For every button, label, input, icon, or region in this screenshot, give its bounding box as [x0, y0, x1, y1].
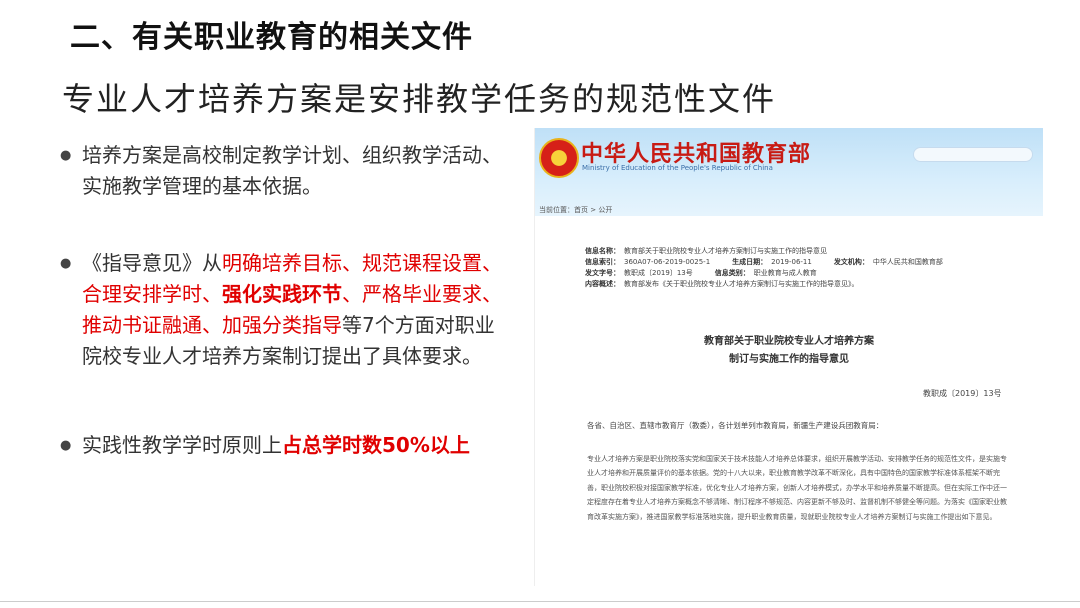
site-header: 中华人民共和国教育部 Ministry of Education of the …: [535, 128, 1043, 216]
slide-title: 二、有关职业教育的相关文件: [70, 20, 473, 55]
bullet-item-1: 培养方案是高校制定教学计划、组织教学活动、实施教学管理的基本依据。: [60, 140, 510, 202]
bullet-list: 培养方案是高校制定教学计划、组织教学活动、实施教学管理的基本依据。 《指导意见》…: [60, 138, 510, 461]
document-addressee: 各省、自治区、直辖市教育厅（教委），各计划单列市教育局，新疆生产建设兵团教育局：: [587, 421, 884, 430]
bullet-1-text: 培养方案是高校制定教学计划、组织教学活动、实施教学管理的基本依据。: [82, 143, 502, 198]
search-input[interactable]: [913, 147, 1033, 162]
document-title-line-1: 教育部关于职业院校专业人才培养方案: [704, 336, 874, 347]
meta-value-summary: 教育部发布《关于职业院校专业人才培养方案制订与实施工作的指导意见》。: [624, 280, 859, 288]
site-english-name: Ministry of Education of the People's Re…: [582, 164, 773, 172]
meta-value-index: 教育部关于职业院校专业人才培养方案制订与实施工作的指导意见: [624, 247, 827, 255]
document-meta: 信息名称： 教育部关于职业院校专业人才培养方案制订与实施工作的指导意见 信息索引：…: [585, 246, 1005, 290]
meta-key-docno: 发文字号：: [585, 269, 620, 277]
bullet-item-3: 实践性教学学时原则上占总学时数50%以上: [60, 430, 510, 461]
document-screenshot: 中华人民共和国教育部 Ministry of Education of the …: [534, 128, 1043, 586]
meta-value-date: 2019-06-11: [771, 258, 812, 266]
bullet-3-emphasis: 占总学时数50%以上: [282, 433, 470, 457]
bullet-2-text-a: 《指导意见》从: [82, 251, 222, 275]
meta-key-category: 信息类别：: [714, 269, 750, 277]
meta-key-index: 信息名称：: [585, 247, 620, 255]
meta-key-summary: 内容概述：: [585, 280, 620, 288]
document-title-line-2: 制订与实施工作的指导意见: [729, 354, 849, 365]
document-number: 教职成〔2019〕13号: [923, 389, 1002, 398]
bullet-3-text: 实践性教学学时原则上: [82, 433, 282, 457]
meta-value-no: 360A07-06-2019-0025-1: [624, 258, 711, 266]
meta-key-date: 生成日期：: [732, 258, 768, 266]
bottom-divider: [0, 601, 1080, 602]
meta-key-org: 发文机构：: [833, 258, 869, 266]
breadcrumb: 当前位置：首页 > 公开: [539, 206, 613, 214]
meta-key-no: 信息索引：: [585, 258, 620, 266]
meta-value-docno: 教职成〔2019〕13号: [624, 269, 693, 277]
slide-subtitle: 专业人才培养方案是安排教学任务的规范性文件: [62, 80, 777, 118]
document-body: 专业人才培养方案是职业院校落实党和国家关于技术技能人才培养总体要求，组织开展教学…: [587, 455, 1007, 521]
bullet-item-2: 《指导意见》从明确培养目标、规范课程设置、合理安排学时、强化实践环节、严格毕业要…: [60, 248, 510, 372]
bullet-2-emphasis: 强化实践环节: [222, 282, 342, 306]
national-emblem-icon: [539, 138, 579, 178]
meta-value-category: 职业教育与成人教育: [753, 269, 817, 277]
meta-value-org: 中华人民共和国教育部: [872, 258, 943, 266]
